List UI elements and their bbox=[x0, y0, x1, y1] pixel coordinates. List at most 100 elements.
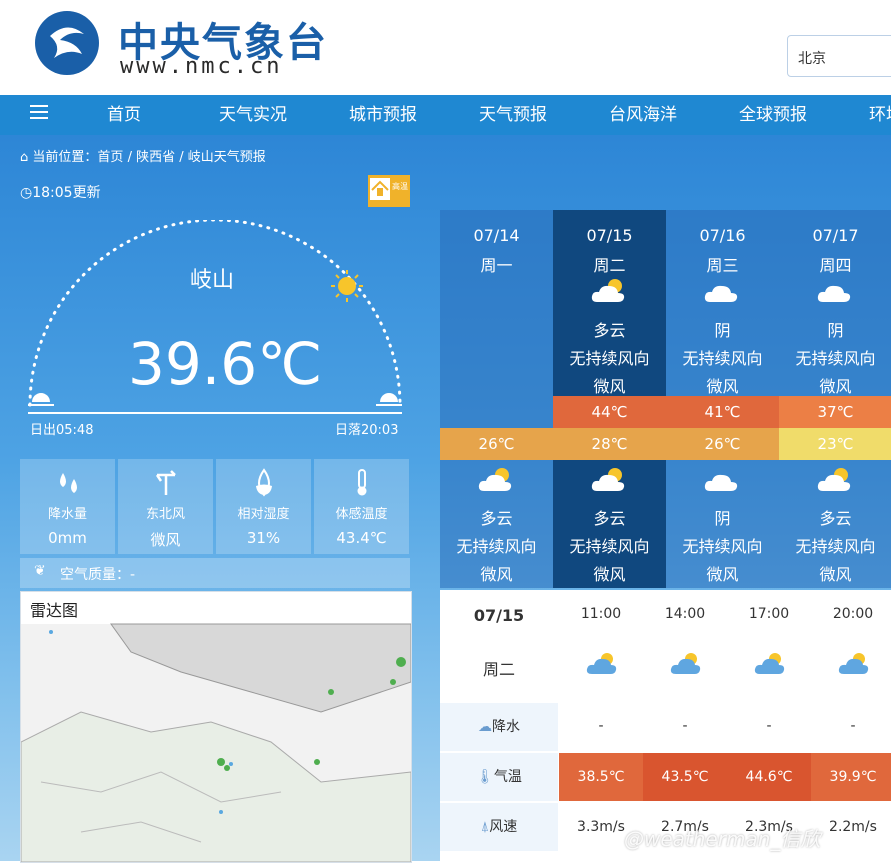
partly-cloudy-icon bbox=[478, 468, 512, 491]
forecast-night-wind: 无持续风向 bbox=[456, 537, 537, 556]
forecast-date: 07/15 bbox=[586, 226, 633, 245]
nav-observation[interactable]: 天气实况 bbox=[219, 95, 287, 135]
nav-typhoon-ocean[interactable]: 台风海洋 bbox=[609, 95, 677, 135]
logo-url[interactable]: www.nmc.cn bbox=[120, 54, 282, 79]
stat-wind: 东北风 微风 bbox=[118, 459, 213, 554]
forecast-night-wind: 无持续风向 bbox=[682, 537, 763, 556]
stat-precipitation: 降水量 0mm bbox=[20, 459, 115, 554]
forecast-day-wind-level: 微风 bbox=[819, 377, 852, 396]
forecast-date: 07/16 bbox=[699, 226, 746, 245]
raindrops-icon bbox=[60, 473, 77, 493]
forecast-weekday: 周四 bbox=[819, 256, 852, 275]
radar-map[interactable] bbox=[20, 591, 412, 863]
forecast-night-wind-level: 微风 bbox=[819, 565, 852, 584]
forecast-day-weather: 阴 bbox=[827, 321, 844, 340]
forecast-weekday: 周二 bbox=[593, 256, 626, 275]
stat-feels-like: 体感温度 43.4℃ bbox=[314, 459, 409, 554]
city-search-value: 北京 bbox=[798, 51, 826, 67]
alert-icon: 高温 bbox=[370, 178, 408, 200]
temp-row-label: 🌡气温 bbox=[440, 753, 558, 801]
hourly-date: 07/15 bbox=[473, 606, 525, 625]
city-name: 岐山 bbox=[190, 268, 235, 293]
wind-row-label: ⍋风速 bbox=[440, 803, 558, 851]
breadcrumb-province[interactable]: 陕西省 bbox=[136, 150, 175, 165]
rain-cloud-icon: ☁ bbox=[478, 719, 492, 735]
radar-map-image bbox=[20, 623, 412, 863]
forecast-day-wind-level: 微风 bbox=[593, 377, 626, 396]
forecast-weekday: 周一 bbox=[480, 256, 513, 275]
hourly-precip: - bbox=[766, 718, 772, 734]
hourly-temp: 44.6℃ bbox=[727, 753, 811, 801]
stat-value: 43.4℃ bbox=[336, 529, 387, 547]
cloudy-icon bbox=[704, 285, 738, 302]
hourly-precip: - bbox=[682, 718, 688, 734]
sunrise-icon bbox=[28, 393, 54, 406]
breadcrumb-prefix: 当前位置： bbox=[32, 150, 98, 165]
nav-global-forecast[interactable]: 全球预报 bbox=[739, 95, 807, 135]
forecast-low-temp: 26℃ bbox=[440, 428, 553, 460]
stat-humidity: 相对湿度 31% bbox=[216, 459, 311, 554]
humidity-drop-icon bbox=[256, 468, 272, 497]
forecast-night-wind: 无持续风向 bbox=[569, 537, 650, 556]
hourly-wind: 2.2m/s bbox=[829, 819, 877, 835]
heat-alert-badge[interactable]: 高温 bbox=[368, 175, 410, 207]
forecast-day-wind: 无持续风向 bbox=[682, 349, 763, 368]
forecast-day-weather: 阴 bbox=[714, 321, 731, 340]
stat-value: 0mm bbox=[48, 529, 87, 547]
stat-label: 降水量 bbox=[47, 507, 87, 522]
wind-turbine-icon: ⍋ bbox=[480, 819, 490, 835]
hourly-time: 20:00 bbox=[832, 606, 874, 622]
forecast-day-wind: 无持续风向 bbox=[569, 349, 650, 368]
hourly-time: 11:00 bbox=[580, 606, 622, 622]
home-icon: ⌂ bbox=[20, 150, 29, 165]
logo-swirl-icon[interactable] bbox=[32, 8, 102, 78]
radar-title: 雷达图 bbox=[30, 601, 79, 620]
forecast-night-weather: 多云 bbox=[819, 509, 852, 528]
partly-cloudy-icon bbox=[670, 653, 701, 674]
leaf-icon: ❦ bbox=[34, 563, 46, 579]
breadcrumb: ⌂ 当前位置：首页 / 陕西省 / 岐山天气预报 bbox=[20, 150, 266, 165]
clock-icon: ◷ bbox=[20, 185, 33, 201]
nav-city-forecast[interactable]: 城市预报 bbox=[349, 95, 417, 135]
air-quality-bar[interactable]: ❦ 空气质量：- bbox=[20, 558, 410, 588]
partly-cloudy-icon bbox=[838, 653, 869, 674]
hourly-time: 14:00 bbox=[664, 606, 706, 622]
menu-icon[interactable] bbox=[30, 105, 48, 123]
forecast-day-wind: 无持续风向 bbox=[795, 349, 876, 368]
sunset-time: 日落20:03 bbox=[335, 423, 399, 438]
precip-row-label: ☁降水 bbox=[440, 703, 558, 751]
forecast-night-weather: 多云 bbox=[593, 509, 626, 528]
hourly-time: 17:00 bbox=[748, 606, 790, 622]
nav-home[interactable]: 首页 bbox=[107, 95, 141, 135]
nav-environment[interactable]: 环境 bbox=[869, 95, 891, 135]
partly-cloudy-icon bbox=[591, 279, 625, 302]
hourly-temp: 38.5℃ bbox=[559, 753, 643, 801]
alert-text: 高温 bbox=[392, 181, 408, 191]
breadcrumb-home[interactable]: 首页 bbox=[97, 150, 123, 165]
stat-value: 微风 bbox=[150, 531, 181, 549]
stat-label: 相对湿度 bbox=[237, 507, 290, 522]
hourly-temp: 43.5℃ bbox=[643, 753, 727, 801]
forecast-high-temp: 44℃ bbox=[553, 396, 666, 428]
forecast-night-wind-level: 微风 bbox=[706, 565, 739, 584]
forecast-night-weather: 多云 bbox=[480, 509, 513, 528]
update-time: ◷18:05更新 bbox=[20, 185, 101, 201]
forecast-high-temp: 37℃ bbox=[779, 396, 891, 428]
cloudy-icon bbox=[817, 285, 851, 302]
nav-weather-forecast[interactable]: 天气预报 bbox=[479, 95, 547, 135]
stat-label: 体感温度 bbox=[335, 507, 388, 522]
forecast-night-wind-level: 微风 bbox=[480, 565, 513, 584]
forecast-weekday: 周三 bbox=[706, 256, 739, 275]
thermometer-icon: 🌡 bbox=[476, 769, 494, 785]
thermometer-icon bbox=[357, 469, 367, 496]
partly-cloudy-icon bbox=[817, 468, 851, 491]
wind-vane-icon bbox=[155, 470, 176, 495]
main-nav: 首页 天气实况 城市预报 天气预报 台风海洋 全球预报 环境 bbox=[0, 95, 891, 135]
partly-cloudy-icon bbox=[754, 653, 785, 674]
hourly-temp: 39.9℃ bbox=[811, 753, 891, 801]
stat-value: 31% bbox=[246, 529, 281, 547]
city-search-input[interactable]: 北京 bbox=[787, 35, 891, 77]
forecast-low-temp: 23℃ bbox=[779, 428, 891, 460]
forecast-night-wind: 无持续风向 bbox=[795, 537, 876, 556]
weibo-watermark: @weatherman_信欣 bbox=[624, 827, 821, 851]
